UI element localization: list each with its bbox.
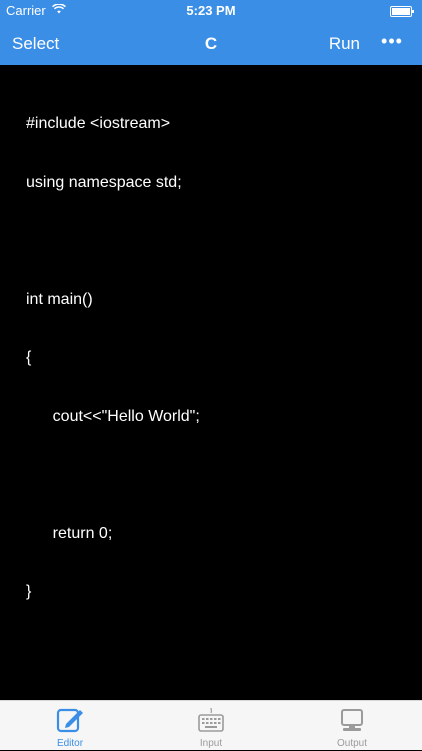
code-line: } xyxy=(26,583,32,600)
tab-output[interactable]: Output xyxy=(282,701,422,751)
code-line: #include <iostream> xyxy=(26,115,171,132)
code-line: cout<<"Hello World"; xyxy=(26,407,200,425)
tab-editor[interactable]: Editor xyxy=(0,701,140,751)
battery-icon xyxy=(390,6,414,17)
tab-output-label: Output xyxy=(336,738,368,749)
code-editor[interactable]: #include <iostream> using namespace std;… xyxy=(0,65,422,700)
more-options-icon[interactable]: ••• xyxy=(380,32,404,52)
code-line: { xyxy=(26,349,32,366)
tab-input-label: Input xyxy=(199,738,223,749)
navigation-bar: Select C Run ••• xyxy=(0,22,422,65)
computer-icon xyxy=(341,709,363,731)
status-bar: Carrier 5:23 PM xyxy=(0,0,422,22)
code-line: using namespace std; xyxy=(26,173,182,191)
tab-bar: Editor Input Output xyxy=(0,700,422,750)
tab-editor-label: Editor xyxy=(56,738,84,749)
code-text[interactable]: #include <iostream> using namespace std;… xyxy=(26,75,200,641)
tab-input[interactable]: Input xyxy=(141,701,281,751)
status-time: 5:23 PM xyxy=(186,3,236,18)
edit-icon xyxy=(56,708,83,733)
code-line: return 0; xyxy=(26,524,113,542)
top-bar: Carrier 5:23 PM Select C Run ••• xyxy=(0,0,422,65)
code-line: int main() xyxy=(26,290,93,308)
keyboard-icon xyxy=(198,707,224,732)
run-button[interactable]: Run xyxy=(329,34,360,54)
